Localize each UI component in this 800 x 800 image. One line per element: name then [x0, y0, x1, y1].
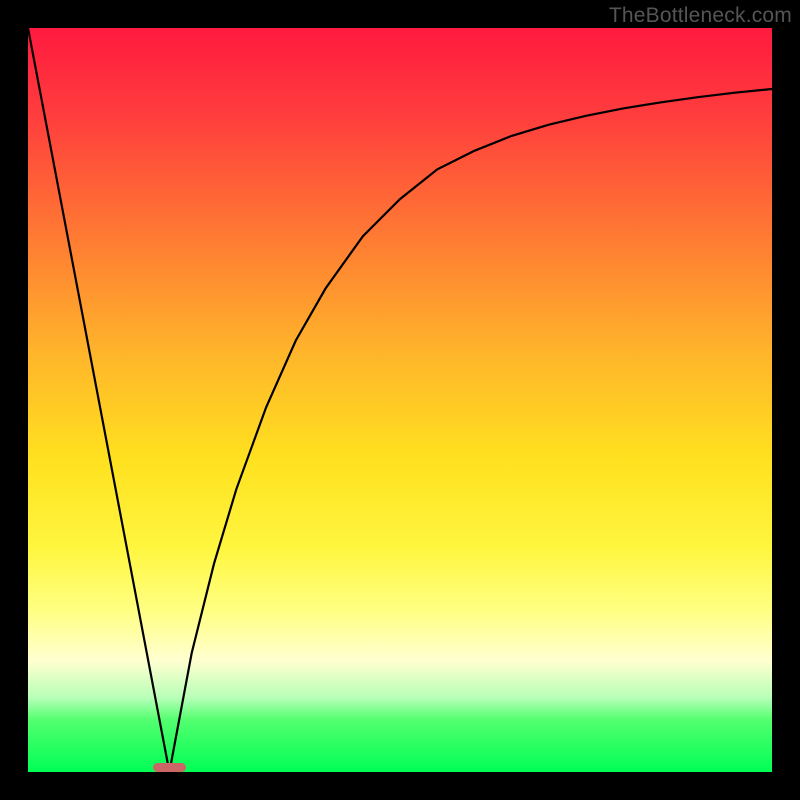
chart-frame [28, 28, 772, 772]
chart-curve [28, 28, 772, 772]
watermark-text: TheBottleneck.com [609, 4, 792, 28]
bottleneck-marker [153, 763, 186, 772]
curve-path [28, 28, 772, 772]
